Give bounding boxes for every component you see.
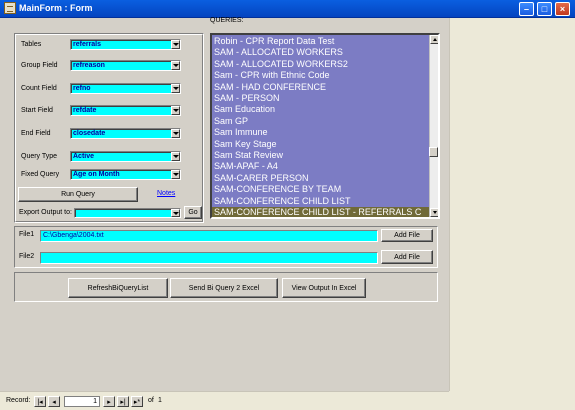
record-label: Record:: [6, 397, 31, 404]
dropdown-arrow-icon[interactable]: [171, 40, 180, 49]
record-total: 1: [158, 397, 162, 404]
form-icon: [4, 2, 16, 14]
dropdown-arrow-icon[interactable]: [171, 129, 180, 138]
query-type-label: Query Type: [21, 153, 58, 160]
maximize-icon[interactable]: □: [537, 2, 552, 16]
query-list-item[interactable]: SAM - HAD CONFERENCE: [214, 82, 326, 93]
query-type-combo[interactable]: Active: [70, 151, 181, 162]
send-to-excel-button[interactable]: Send Bi Query 2 Excel: [170, 278, 278, 298]
query-list-item[interactable]: SAM - ALLOCATED WORKERS: [214, 47, 343, 58]
group-field-combo[interactable]: refreason: [70, 60, 181, 71]
start-field-combo[interactable]: refdate: [70, 105, 181, 116]
query-list-item[interactable]: Sam GP: [214, 116, 248, 127]
query-list-item[interactable]: SAM-APAF - A4: [214, 161, 278, 172]
tables-combo[interactable]: referrals: [70, 39, 181, 50]
query-type-value: Active: [73, 153, 95, 160]
add-file2-button[interactable]: Add File: [381, 250, 433, 264]
group-field-label: Group Field: [21, 62, 58, 69]
queries-listbox[interactable]: Robin - CPR Report Data Test SAM - ALLOCA…: [210, 33, 440, 219]
view-output-excel-button[interactable]: View Output In Excel: [282, 278, 366, 298]
first-record-icon[interactable]: |◂: [34, 396, 46, 407]
tables-label: Tables: [21, 41, 42, 48]
form-background: [449, 18, 575, 391]
fixed-query-combo[interactable]: Age on Month: [70, 169, 181, 180]
query-list-item[interactable]: Sam Education: [214, 104, 275, 115]
run-query-button[interactable]: Run Query: [18, 187, 138, 202]
horizontal-scroll-area: [449, 391, 575, 410]
new-record-icon[interactable]: ▸*: [131, 396, 143, 407]
query-list-item[interactable]: Robin - CPR Report Data Test: [214, 36, 334, 47]
query-list-item[interactable]: SAM-CONFERENCE BY TEAM: [214, 184, 341, 195]
minimize-icon[interactable]: –: [519, 2, 534, 16]
query-list-item[interactable]: SAM-CONFERENCE CHILD LIST - REFERRALS C: [212, 207, 431, 217]
start-field-label: Start Field: [21, 107, 53, 114]
count-field-value: refno: [73, 85, 91, 92]
end-field-value: closedate: [73, 130, 106, 137]
file1-input[interactable]: C:\Gbenga\2004.txt: [40, 230, 378, 242]
dropdown-arrow-icon[interactable]: [171, 84, 180, 93]
title-bar[interactable]: MainForm : Form – □ ×: [0, 0, 575, 18]
count-field-combo[interactable]: refno: [70, 83, 181, 94]
window-title: MainForm : Form: [19, 3, 93, 13]
next-record-icon[interactable]: ▸: [103, 396, 115, 407]
end-field-combo[interactable]: closedate: [70, 128, 181, 139]
query-list-item[interactable]: Sam Stat Review: [214, 150, 283, 161]
dropdown-arrow-icon[interactable]: [171, 170, 180, 179]
query-list-item[interactable]: SAM - ALLOCATED WORKERS2: [214, 59, 348, 70]
dropdown-arrow-icon[interactable]: [171, 61, 180, 70]
scroll-thumb[interactable]: [429, 147, 438, 157]
query-list-item[interactable]: SAM - PERSON: [214, 93, 280, 104]
start-field-value: refdate: [73, 107, 97, 114]
scroll-down-icon[interactable]: [430, 208, 438, 217]
query-list-item[interactable]: Sam Immune: [214, 127, 268, 138]
file2-label: File2: [19, 253, 35, 260]
end-field-label: End Field: [21, 130, 51, 137]
record-number-input[interactable]: 1: [64, 396, 100, 407]
dropdown-arrow-icon[interactable]: [171, 106, 180, 115]
scroll-up-icon[interactable]: [430, 35, 438, 44]
query-list-item[interactable]: Sam Key Stage: [214, 139, 277, 150]
export-output-label: Export Output to:: [19, 209, 72, 216]
record-navigator: Record: |◂ ◂ 1 ▸ ▸| ▸* of 1: [0, 391, 449, 410]
refresh-query-list-button[interactable]: RefreshBiQueryList: [68, 278, 168, 298]
export-output-combo[interactable]: [74, 208, 181, 218]
fixed-query-value: Age on Month: [73, 171, 120, 178]
file2-input[interactable]: [40, 252, 378, 264]
tables-value: referrals: [73, 41, 102, 48]
count-field-label: Count Field: [21, 85, 57, 92]
close-icon[interactable]: ×: [555, 2, 570, 16]
last-record-icon[interactable]: ▸|: [117, 396, 129, 407]
prev-record-icon[interactable]: ◂: [48, 396, 60, 407]
group-field-value: refreason: [73, 62, 105, 69]
go-button[interactable]: Go: [184, 206, 202, 219]
record-of-label: of: [148, 397, 154, 404]
dropdown-arrow-icon[interactable]: [171, 209, 180, 217]
add-file1-button[interactable]: Add File: [381, 229, 433, 242]
dropdown-arrow-icon[interactable]: [171, 152, 180, 161]
query-list-item[interactable]: SAM-CARER PERSON: [214, 173, 309, 184]
file1-label: File1: [19, 231, 35, 238]
queries-scrollbar[interactable]: [429, 35, 438, 217]
notes-link[interactable]: Notes: [157, 190, 175, 197]
query-list-item[interactable]: SAM-CONFERENCE CHILD LIST: [214, 196, 351, 207]
horizontal-scrollbar[interactable]: [165, 396, 449, 407]
queries-label: QUERIES:: [210, 17, 244, 24]
query-list-item[interactable]: Sam - CPR with Ethnic Code: [214, 70, 330, 81]
fixed-query-label: Fixed Query: [21, 171, 60, 178]
